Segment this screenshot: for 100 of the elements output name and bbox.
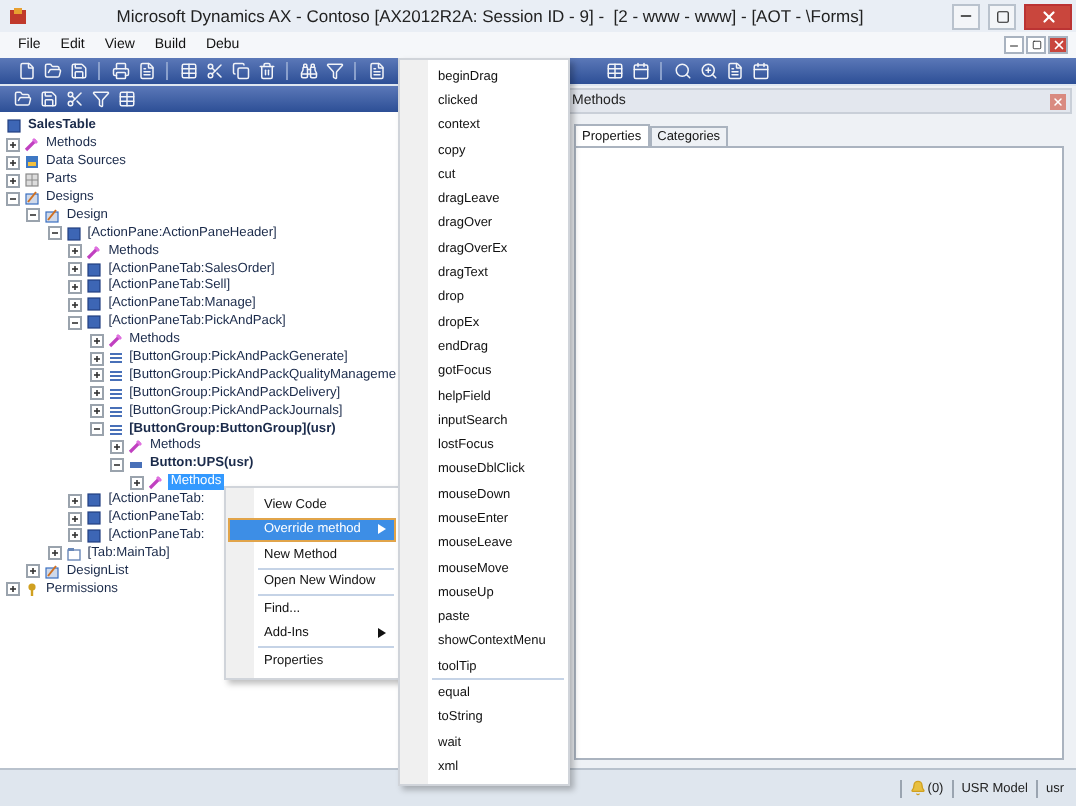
lines-icon [107, 350, 124, 367]
tree-toggle[interactable] [89, 368, 104, 383]
tree-toggle[interactable] [130, 475, 145, 490]
tree-toggle[interactable] [68, 493, 83, 508]
square-icon [86, 510, 103, 527]
tree-toggle[interactable] [26, 564, 41, 579]
close-button[interactable] [1050, 93, 1066, 109]
minimize-button[interactable] [952, 3, 980, 29]
square-icon [86, 296, 103, 313]
table-icon [605, 62, 623, 80]
tree-toggle[interactable] [68, 528, 83, 543]
form-icon [6, 118, 22, 135]
panel-icon [65, 225, 82, 242]
tree-toggle[interactable] [68, 511, 83, 526]
copy-button[interactable] [230, 61, 250, 81]
tree-toggle[interactable] [89, 404, 104, 419]
page-button[interactable] [724, 61, 744, 81]
close-button[interactable] [1024, 3, 1072, 29]
square-icon [86, 527, 103, 544]
filter-button[interactable] [90, 89, 110, 109]
submenu-arrow-icon [378, 628, 386, 639]
tree-toggle[interactable] [89, 333, 104, 348]
close-button[interactable] [1048, 36, 1068, 54]
printer-button[interactable] [110, 61, 130, 81]
zoom-button[interactable] [698, 61, 718, 81]
tree-toggle[interactable] [6, 155, 20, 170]
page-icon [137, 62, 155, 80]
trash-icon [257, 62, 275, 80]
tree-toggle[interactable] [89, 386, 104, 401]
tree-toggle[interactable] [68, 262, 83, 277]
database-icon [24, 154, 40, 171]
folder-button[interactable] [12, 89, 32, 109]
lines-icon [107, 367, 124, 384]
trash-button[interactable] [256, 61, 276, 81]
design-icon [24, 190, 40, 206]
tree-toggle[interactable] [6, 191, 20, 205]
scissors-button[interactable] [204, 61, 224, 81]
document-button[interactable] [16, 61, 36, 81]
zoom-icon [699, 62, 717, 80]
tree-toggle[interactable] [47, 226, 62, 241]
tree-toggle[interactable] [89, 422, 104, 437]
restore-button[interactable] [1026, 36, 1046, 54]
calendar-icon [751, 62, 769, 80]
document-icon [17, 62, 35, 80]
tree-toggle[interactable] [6, 173, 20, 188]
page-icon [367, 62, 385, 80]
design-icon [44, 207, 61, 224]
table-button[interactable] [116, 89, 136, 109]
tree-toggle[interactable] [68, 279, 83, 294]
grid-icon [24, 172, 40, 189]
minimize-button[interactable] [1004, 36, 1024, 54]
table-button[interactable] [178, 61, 198, 81]
scissors-icon [205, 62, 223, 80]
tree-toggle[interactable] [110, 439, 124, 454]
binoculars-icon [299, 62, 317, 80]
tree-toggle[interactable] [68, 297, 83, 312]
tree-toggle[interactable] [68, 315, 83, 330]
binoculars-button[interactable] [298, 61, 318, 81]
restore-button[interactable] [988, 3, 1016, 29]
tree-toggle[interactable] [47, 546, 62, 561]
square-icon [86, 492, 103, 509]
page-button[interactable] [366, 61, 386, 81]
table-button[interactable] [604, 61, 624, 81]
wand-icon [128, 438, 144, 455]
page-button[interactable] [136, 61, 156, 81]
table-icon [179, 62, 197, 80]
filter-button[interactable] [324, 61, 344, 81]
close-icon [1051, 38, 1065, 52]
window-title: Microsoft Dynamics AX - Contoso [AX2012R2A: Session ID - 9] - [2 - www - www] - [AOT - \Forms] [114, 6, 866, 26]
tree-toggle[interactable] [110, 457, 124, 472]
tree-toggle[interactable] [68, 244, 83, 259]
scissors-icon [65, 90, 83, 108]
save-button[interactable] [68, 61, 88, 81]
save-icon [39, 90, 57, 108]
tree-toggle[interactable] [26, 208, 41, 223]
table-icon [117, 90, 135, 108]
bar-icon [128, 456, 144, 473]
search-icon [673, 62, 691, 80]
filter-icon [325, 62, 343, 80]
save-icon [69, 62, 87, 80]
minimize-icon [1008, 39, 1020, 51]
copy-icon [231, 62, 249, 80]
close-icon [1039, 7, 1057, 25]
scissors-button[interactable] [64, 89, 84, 109]
calendar-button[interactable] [630, 61, 650, 81]
tree-toggle[interactable] [6, 137, 20, 152]
app-logo-icon [8, 6, 28, 26]
bell-icon [909, 780, 926, 796]
tree-toggle[interactable] [6, 582, 20, 597]
close-icon [1052, 95, 1064, 107]
calendar-button[interactable] [750, 61, 770, 81]
search-button[interactable] [672, 61, 692, 81]
square-icon [86, 314, 103, 331]
printer-icon [111, 62, 129, 80]
save-button[interactable] [38, 89, 58, 109]
tree-toggle[interactable] [89, 351, 104, 366]
folder-button[interactable] [42, 61, 62, 81]
wand-icon [86, 243, 103, 260]
lines-icon [107, 421, 124, 438]
submenu-arrow-icon [378, 524, 386, 535]
